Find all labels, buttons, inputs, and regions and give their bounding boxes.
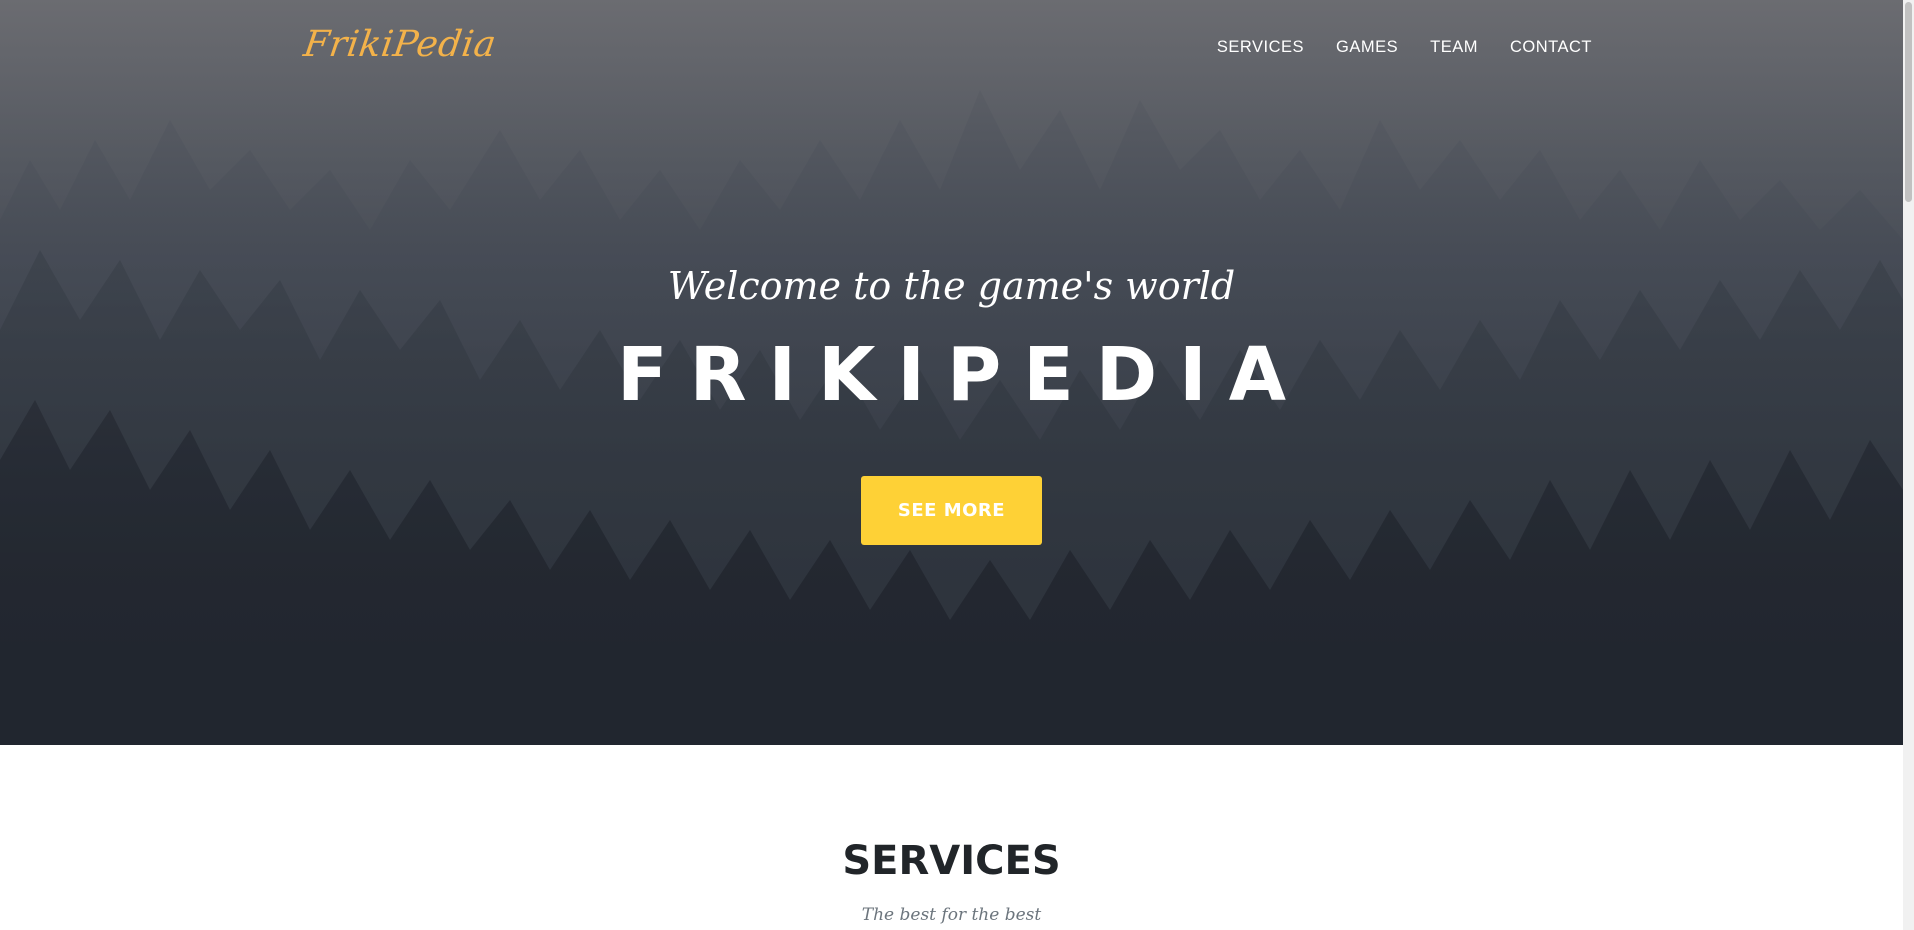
services-heading: SERVICES (842, 838, 1061, 884)
scrollbar-thumb[interactable] (1905, 2, 1912, 202)
nav-link-team[interactable]: TEAM (1430, 38, 1478, 57)
page-scrollbar[interactable] (1903, 0, 1914, 930)
nav-links: SERVICES GAMES TEAM CONTACT (1217, 38, 1592, 57)
page: FrikiPedia SERVICES GAMES TEAM CONTACT W… (0, 0, 1914, 930)
nav-link-games[interactable]: GAMES (1336, 38, 1398, 57)
nav-link-contact[interactable]: CONTACT (1510, 38, 1592, 57)
hero-subtitle: Welcome to the game's world (667, 264, 1236, 308)
nav-link-services[interactable]: SERVICES (1217, 38, 1304, 57)
services-section: SERVICES The best for the best (0, 745, 1903, 930)
top-navbar: FrikiPedia SERVICES GAMES TEAM CONTACT (0, 0, 1903, 100)
hero-title: FRIKIPEDIA (617, 332, 1308, 418)
hero-section: FrikiPedia SERVICES GAMES TEAM CONTACT W… (0, 0, 1903, 745)
see-more-button[interactable]: SEE MORE (861, 476, 1042, 545)
brand-logo[interactable]: FrikiPedia (301, 24, 499, 65)
services-subheading: The best for the best (861, 905, 1042, 925)
